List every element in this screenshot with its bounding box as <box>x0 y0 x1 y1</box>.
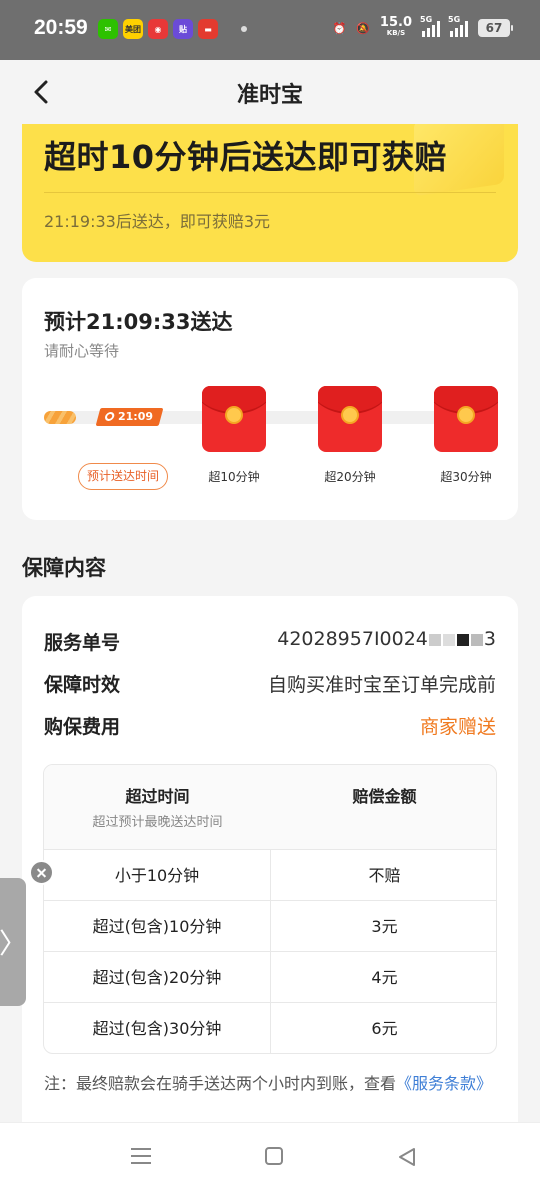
order-number-label: 服务单号 <box>44 632 121 654</box>
milestone-label: 超10分钟 <box>208 470 260 484</box>
mute-icon: 🔕 <box>356 21 370 35</box>
red-packet-icon <box>434 386 498 452</box>
insurance-fee-label: 购保费用 <box>44 716 121 738</box>
insurance-fee-value: 商家赠送 <box>419 716 496 738</box>
menu-icon[interactable] <box>131 1148 151 1164</box>
column-header-overtime-note: 超过预计最晚送达时间 <box>92 815 223 830</box>
overtime-cell: 超过(包含)30分钟 <box>44 1003 271 1053</box>
status-time: 20:59 <box>34 16 88 39</box>
estimated-delivery-title: 预计21:09:33送达 <box>44 310 233 334</box>
battery-icon: 67 <box>478 19 513 37</box>
table-header: 超过时间 超过预计最晚送达时间 赔偿金额 <box>44 765 496 850</box>
status-app-icons: ✉ 美团 ◉ 贴 ▬ <box>98 19 247 39</box>
service-terms-link[interactable]: 《服务条款》 <box>396 1074 492 1093</box>
more-notifications-dot <box>241 26 247 32</box>
coverage-details-card: 服务单号 42028957I0024 3 保障时效 自购买准时宝至订单完成前 购保… <box>22 596 518 1136</box>
current-time-marker: 21:09 <box>95 408 164 426</box>
app-red-icon: ◉ <box>148 19 168 39</box>
signal-icon-2: 5G <box>448 15 468 37</box>
alarm-icon: ⏰ <box>332 21 347 35</box>
status-bar: 20:59 ✉ 美团 ◉ 贴 ▬ ⏰ 🔕 15.0 KB/S 5G 5G 67 <box>0 0 540 60</box>
network-speed: 15.0 KB/S <box>379 15 412 37</box>
table-row: 小于10分钟 不赔 <box>44 850 496 901</box>
terms-note: 注：最终赔款会在骑手送达两个小时内到账，查看《服务条款》 <box>44 1074 493 1093</box>
table-row: 超过(包含)10分钟 3元 <box>44 901 496 952</box>
table-row: 超过(包含)30分钟 6元 <box>44 1003 496 1053</box>
column-header-overtime: 超过时间 <box>125 787 190 806</box>
amount-cell: 3元 <box>371 917 398 936</box>
estimated-time-badge: 预计送达时间 <box>78 463 169 490</box>
section-title: 保障内容 <box>22 556 106 580</box>
app-red-2-icon: ▬ <box>198 19 218 39</box>
order-number-value: 42028957I0024 3 <box>277 628 496 650</box>
compensation-banner: 超时10分钟后送达即可获赔 21:19:33后送达，即可获赔3元 <box>22 124 518 262</box>
table-row: 超过(包含)20分钟 4元 <box>44 952 496 1003</box>
banner-title: 超时10分钟后送达即可获赔 <box>44 138 448 176</box>
red-packet-icon <box>202 386 266 452</box>
page-title: 准时宝 <box>236 83 303 108</box>
red-packet-icon <box>318 386 382 452</box>
location-pin-icon <box>103 412 116 421</box>
divider <box>44 192 496 193</box>
back-triangle-icon[interactable] <box>398 1147 416 1167</box>
amount-cell: 不赔 <box>368 866 401 885</box>
banner-subtitle: 21:19:33后送达，即可获赔3元 <box>44 212 271 231</box>
chevron-right-icon: 〉 <box>0 927 28 960</box>
coverage-period-label: 保障时效 <box>44 674 121 696</box>
milestone-label: 超20分钟 <box>324 470 376 484</box>
compensation-table: 超过时间 超过预计最晚送达时间 赔偿金额 小于10分钟 不赔 超过(包含)10分… <box>43 764 497 1054</box>
system-nav-bar <box>0 1122 540 1188</box>
home-icon[interactable] <box>265 1147 283 1165</box>
milestone-label: 超30分钟 <box>440 470 492 484</box>
overtime-cell: 小于10分钟 <box>44 850 271 901</box>
delivery-timeline-card: 预计21:09:33送达 请耐心等待 21:09 预计送达时间 超10分钟 超2… <box>22 278 518 520</box>
column-header-amount: 赔偿金额 <box>352 787 417 806</box>
amount-cell: 4元 <box>371 968 398 987</box>
meituan-icon: 美团 <box>123 19 143 39</box>
floating-side-tab[interactable]: 〉 <box>0 878 28 1006</box>
wechat-icon: ✉ <box>98 19 118 39</box>
amount-cell: 6元 <box>371 1019 398 1038</box>
app-purple-icon: 贴 <box>173 19 193 39</box>
page-header: 准时宝 <box>0 60 540 124</box>
coverage-period-value: 自购买准时宝至订单完成前 <box>267 674 496 696</box>
close-icon[interactable] <box>29 860 54 885</box>
estimated-delivery-subtitle: 请耐心等待 <box>44 342 120 360</box>
overtime-cell: 超过(包含)20分钟 <box>44 952 271 1003</box>
status-right: ⏰ 🔕 15.0 KB/S 5G 5G 67 <box>332 15 513 38</box>
signal-icon: 5G <box>420 15 440 37</box>
overtime-cell: 超过(包含)10分钟 <box>44 901 271 952</box>
timeline-progress <box>44 411 76 424</box>
